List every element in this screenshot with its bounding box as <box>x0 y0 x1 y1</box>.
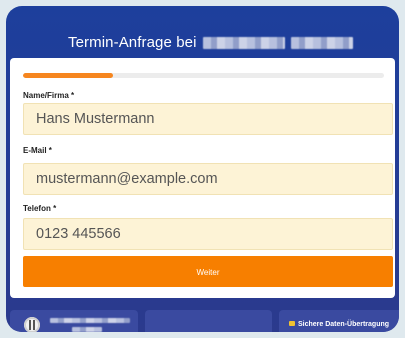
email-input[interactable] <box>36 164 392 194</box>
footer-badge-secure: Sichere Daten-Übertragung <box>279 310 399 332</box>
page-title: Termin-Anfrage bei <box>68 34 353 51</box>
widget-footer: Sichere Daten-Übertragung <box>6 310 399 332</box>
seal-icon <box>24 317 40 332</box>
phone-field[interactable] <box>23 218 393 250</box>
email-label: E-Mail * <box>23 146 52 155</box>
progress-fill <box>23 73 114 78</box>
redacted-company-name-2 <box>290 37 353 50</box>
widget-header: Termin-Anfrage bei <box>6 6 399 58</box>
name-field[interactable] <box>23 103 393 135</box>
secure-transfer-label: Sichere Daten-Übertragung <box>298 321 390 328</box>
phone-label: Telefon * <box>23 204 57 213</box>
title-text: Termin-Anfrage bei <box>68 34 197 51</box>
lock-icon <box>289 321 295 326</box>
form-card: Name/Firma * E-Mail * Telefon * Weiter <box>10 58 395 298</box>
next-button[interactable]: Weiter <box>23 256 393 287</box>
name-label: Name/Firma * <box>23 91 75 100</box>
redacted-footer-text-2 <box>72 327 102 332</box>
secure-transfer: Sichere Daten-Übertragung <box>289 321 389 328</box>
footer-badge-middle <box>145 310 272 332</box>
email-field[interactable] <box>23 163 393 195</box>
booking-widget: Termin-Anfrage bei Name/Firma * E-Mail *… <box>6 6 399 332</box>
progress-bar <box>23 73 384 78</box>
page-frame: Termin-Anfrage bei Name/Firma * E-Mail *… <box>0 0 405 338</box>
phone-input[interactable] <box>36 219 392 249</box>
name-input[interactable] <box>36 104 392 134</box>
redacted-footer-text <box>50 318 130 323</box>
footer-badge-left <box>10 310 138 332</box>
redacted-company-name <box>202 37 285 50</box>
